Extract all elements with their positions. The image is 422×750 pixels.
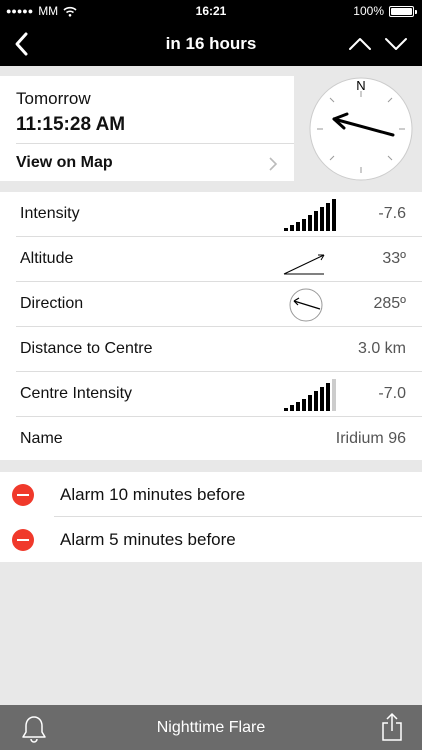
delete-alarm-button[interactable] xyxy=(12,484,34,506)
intensity-bars-icon xyxy=(284,199,336,231)
alarm-row: Alarm 5 minutes before xyxy=(0,517,422,562)
toolbar-title: Nighttime Flare xyxy=(156,719,266,736)
alarm-label: Alarm 10 minutes before xyxy=(60,485,246,504)
alarm-row: Alarm 10 minutes before xyxy=(0,472,422,517)
chevron-up-icon[interactable] xyxy=(348,32,372,56)
bottom-toolbar: Nighttime Flare xyxy=(0,705,422,750)
detail-row-altitude: Altitude 33º xyxy=(0,237,422,282)
centre-intensity-bars-icon xyxy=(284,379,336,411)
status-bar: ●●●●● MM 16:21 100% xyxy=(0,0,422,22)
detail-label: Name xyxy=(20,430,63,447)
detail-value: 3.0 km xyxy=(357,340,406,357)
status-right: 100% xyxy=(353,4,417,18)
event-day: Tomorrow xyxy=(16,89,91,108)
nav-bar: in 16 hours xyxy=(0,22,422,66)
detail-row-centre-intensity: Centre Intensity -7.0 xyxy=(0,372,422,417)
detail-row-intensity: Intensity -7.6 xyxy=(0,192,422,237)
battery-percent: 100% xyxy=(353,4,384,18)
detail-row-distance: Distance to Centre 3.0 km xyxy=(0,327,422,372)
view-on-map-link[interactable]: View on Map xyxy=(16,154,113,172)
detail-row-name: Name Iridium 96 xyxy=(0,417,422,462)
detail-label: Direction xyxy=(20,295,84,312)
divider xyxy=(16,143,294,144)
compass-north-label: N xyxy=(356,78,365,93)
detail-value: -7.6 xyxy=(378,205,406,222)
alarms-list: Alarm 10 minutes before Alarm 5 minutes … xyxy=(0,472,422,562)
detail-label: Intensity xyxy=(20,205,80,222)
delete-alarm-button[interactable] xyxy=(12,529,34,551)
event-time: 11:15:28 AM xyxy=(16,114,126,135)
chevron-right-icon xyxy=(269,157,278,171)
detail-value: 33º xyxy=(382,250,406,267)
detail-row-direction: Direction 285º xyxy=(0,282,422,327)
detail-label: Distance to Centre xyxy=(20,340,153,357)
alarm-label: Alarm 5 minutes before xyxy=(60,530,236,549)
event-card: Tomorrow 11:15:28 AM View on Map xyxy=(0,76,294,181)
detail-label: Altitude xyxy=(20,250,74,267)
detail-label: Centre Intensity xyxy=(20,385,133,402)
detail-value: 285º xyxy=(373,295,406,312)
battery-icon xyxy=(389,5,417,17)
detail-value: Iridium 96 xyxy=(335,430,406,447)
altitude-angle-icon xyxy=(283,254,325,275)
compass-icon: N xyxy=(309,77,413,181)
share-icon[interactable] xyxy=(380,712,404,742)
detail-value: -7.0 xyxy=(378,385,406,402)
details-list: Intensity -7.6 Altitude 33º Direction 28… xyxy=(0,192,422,460)
chevron-down-icon[interactable] xyxy=(384,32,408,56)
direction-compass-icon xyxy=(289,288,323,322)
